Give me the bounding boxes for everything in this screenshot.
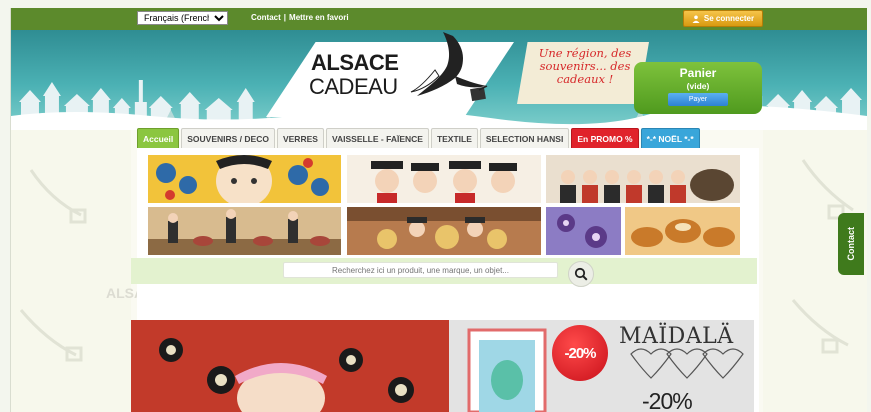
stork-watermark-icon — [19, 169, 87, 362]
left-decor-panel: ALSACE — [11, 130, 164, 412]
cart-status: (vide) — [686, 81, 710, 91]
nav-textile[interactable]: TEXTILE — [430, 128, 478, 148]
contact-link[interactable]: Contact — [251, 13, 281, 22]
alsatian-figurines-illustration — [347, 155, 541, 203]
category-tile-textile[interactable] — [347, 207, 541, 255]
discount-badge: -20% — [552, 325, 608, 381]
logo-title: ALSACE — [311, 50, 399, 75]
market-scene-illustration — [148, 207, 341, 255]
top-links-separator: | — [283, 13, 287, 22]
top-links: Contact | Mettre en favori — [251, 13, 349, 22]
contact-side-tab[interactable]: Contact — [838, 213, 864, 275]
floral-cushion-illustration — [546, 207, 621, 255]
logo-subtitle: CADEAU — [309, 74, 398, 99]
nav-selection-hansi[interactable]: SELECTION HANSI — [479, 128, 570, 148]
category-tile-figurines[interactable] — [347, 155, 541, 203]
nav-verres[interactable]: VERRES — [276, 128, 324, 148]
bakery-scene-illustration — [347, 207, 541, 255]
top-bar: Français (French) Contact | Mettre en fa… — [11, 8, 867, 30]
nav-vaisselle-faience[interactable]: VAISSELLE - FAÏENCE — [325, 128, 429, 148]
search-icon — [574, 267, 588, 281]
search-button[interactable] — [568, 261, 594, 287]
category-tile-souvenirs[interactable] — [148, 155, 341, 203]
category-tile-food[interactable] — [625, 207, 740, 255]
pastries-illustration — [625, 207, 740, 255]
brand-discount: -20% — [642, 388, 693, 412]
hansi-characters-illustration — [546, 155, 740, 203]
stork-logo-icon — [410, 32, 488, 102]
cart-widget[interactable]: Panier (vide) Payer — [634, 62, 762, 114]
nav-promo[interactable]: En PROMO % — [571, 128, 639, 148]
login-button[interactable]: Se connecter — [683, 10, 763, 27]
brand-name: MAÏDALÄ — [619, 324, 734, 349]
user-icon — [692, 15, 700, 23]
search-input[interactable] — [283, 262, 558, 278]
category-tile-hansi[interactable] — [546, 155, 740, 203]
alsatian-girl-illustration — [148, 155, 341, 203]
nav-noel[interactable]: *-* NOËL *-* — [640, 128, 700, 148]
category-tile-cushion[interactable] — [546, 207, 621, 255]
page-frame: Français (French) Contact | Mettre en fa… — [10, 8, 867, 412]
main-nav: Accueil SOUVENIRS / DECO VERRES VAISSELL… — [137, 128, 700, 148]
nav-accueil[interactable]: Accueil — [137, 128, 180, 148]
pay-button[interactable]: Payer — [668, 93, 728, 106]
slogan-text: Une région, des souvenirs... des cadeaux… — [538, 46, 632, 86]
login-label: Se connecter — [703, 14, 755, 23]
header-banner: ALSACE CADEAU Une région, des souvenirs.… — [11, 30, 867, 130]
language-select[interactable]: Français (French) — [137, 11, 228, 25]
category-tile-vaisselle[interactable] — [148, 207, 341, 255]
contact-side-label: Contact — [846, 227, 856, 261]
nav-souvenirs-deco[interactable]: SOUVENIRS / DECO — [181, 128, 275, 148]
cart-title: Panier — [679, 66, 717, 80]
bookmark-link[interactable]: Mettre en favori — [289, 13, 349, 22]
